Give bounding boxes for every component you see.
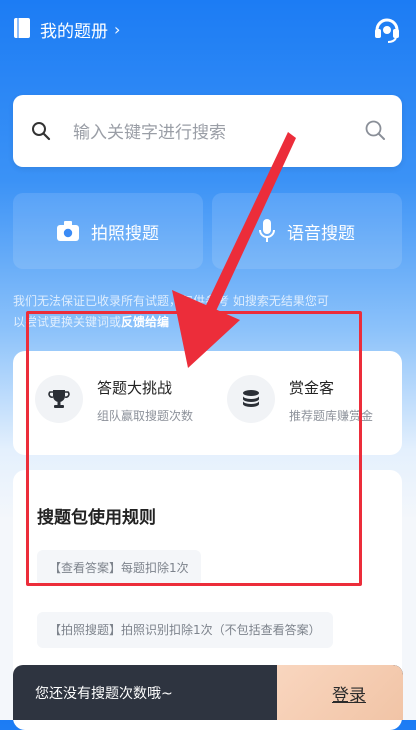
camera-icon: [57, 221, 79, 241]
no-search-count-message: 您还没有搜题次数哦~: [35, 686, 173, 702]
voice-search-button[interactable]: 语音搜题: [212, 193, 402, 269]
search-input[interactable]: 输入关键字进行搜索: [73, 118, 226, 143]
voice-search-label: 语音搜题: [287, 223, 355, 244]
annotation-highlight-box: [26, 311, 362, 586]
login-button[interactable]: 登录: [277, 665, 403, 720]
microphone-icon: [259, 219, 275, 242]
headset-icon[interactable]: [372, 14, 402, 44]
photo-search-label: 拍照搜题: [91, 223, 159, 244]
photo-search-button[interactable]: 拍照搜题: [13, 193, 203, 269]
search-box[interactable]: 输入关键字进行搜索: [13, 95, 402, 167]
page-title: 我的题册: [40, 22, 108, 42]
my-question-book-link[interactable]: 我的题册 ›: [40, 17, 120, 42]
bottom-login-bar: 您还没有搜题次数哦~ 登录: [13, 665, 403, 720]
disclaimer-line-1-cont: 仅供参考 如搜索无结果您可: [181, 294, 329, 308]
disclaimer-line-1: 我们无法保证已收录所有试题，: [13, 294, 182, 308]
chevron-right-icon: ›: [114, 20, 121, 39]
book-icon: [14, 18, 30, 38]
rule-item: 【拍照搜题】拍照识别扣除1次（不包括查看答案）: [37, 612, 333, 648]
search-submit-icon[interactable]: [364, 119, 386, 141]
top-bar: 我的题册 ›: [0, 0, 416, 56]
login-label: 登录: [332, 686, 366, 706]
search-icon: [32, 122, 51, 141]
